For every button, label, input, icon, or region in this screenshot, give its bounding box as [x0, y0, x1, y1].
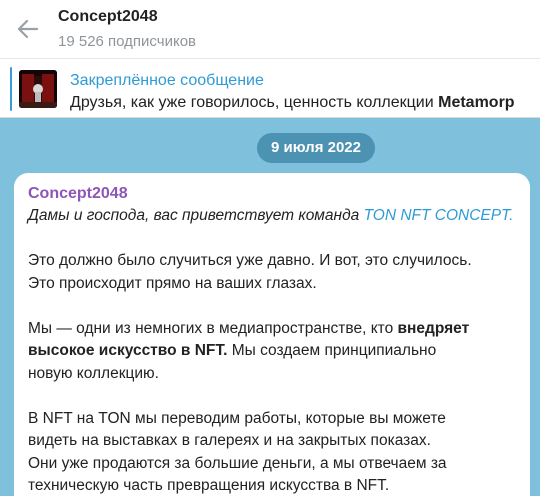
message-bold-text: внедряет: [397, 319, 470, 337]
message-line: новую коллекцию.: [28, 364, 159, 382]
pinned-text-bold: Metamorp: [438, 94, 515, 111]
message-line: Мы — одни из немногих в медиапространств…: [28, 318, 516, 341]
message-line: Это должно было случиться уже давно. И в…: [28, 252, 472, 269]
greeting-text: Дамы и господа, вас приветствует команда: [28, 207, 364, 224]
arrow-left-icon: [17, 19, 39, 39]
message-bold-text: высокое искусство в NFT.: [28, 342, 228, 359]
pinned-thumbnail: [19, 70, 57, 108]
message-line: Это происходит прямо на ваших глазах.: [28, 274, 317, 292]
back-button[interactable]: [10, 12, 46, 46]
message-greeting: Дамы и господа, вас приветствует команда…: [28, 205, 516, 228]
date-separator: 9 июля 2022: [257, 133, 375, 163]
message-text: Мы — одни из немногих в медиапространств…: [28, 319, 398, 337]
message-line: видеть на выставках в галереях и на закр…: [28, 432, 431, 449]
message-bubble[interactable]: Concept2048 Дамы и господа, вас приветст…: [14, 173, 530, 496]
pinned-text: Друзья, как уже говорилось, ценность кол…: [70, 94, 515, 112]
message-text: Мы создаем принципиально: [227, 342, 437, 359]
message-sender[interactable]: Concept2048: [28, 183, 516, 205]
pinned-text-prefix: Друзья, как уже говорилось, ценность кол…: [70, 94, 439, 111]
pinned-title: Закреплённое сообщение: [70, 72, 264, 89]
chat-header: Concept2048 19 526 подписчиков: [0, 0, 540, 58]
greeting-link[interactable]: TON NFT CONCEPT.: [364, 207, 514, 224]
pinned-indicator: [10, 67, 12, 111]
message-line: техническую часть превращения искусства …: [28, 477, 390, 494]
chat-area[interactable]: 9 июля 2022 Concept2048 Дамы и господа, …: [0, 118, 540, 496]
message-line: высокое искусство в NFT. Мы создаем прин…: [28, 340, 516, 363]
message-line: В NFT на TON мы переводим работы, которы…: [28, 409, 446, 427]
channel-title[interactable]: Concept2048: [58, 8, 158, 26]
pinned-message[interactable]: Закреплённое сообщение Друзья, как уже г…: [0, 58, 540, 118]
subscriber-count: 19 526 подписчиков: [58, 33, 197, 50]
message-line: Они уже продаются за большие деньги, а м…: [28, 454, 447, 472]
